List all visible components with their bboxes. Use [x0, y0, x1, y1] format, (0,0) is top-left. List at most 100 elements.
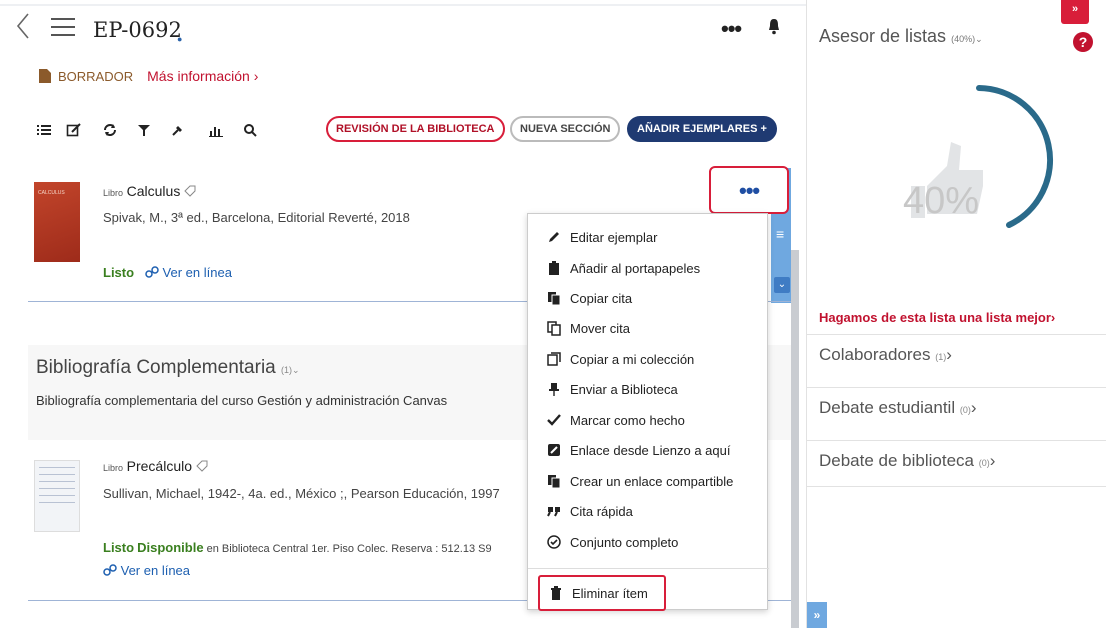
- section-description: Bibliografía complementaria del curso Ge…: [36, 393, 448, 408]
- delete-item-highlight: Eliminar ítem: [538, 575, 666, 611]
- ready-status: Listo: [103, 265, 135, 280]
- advisor-title-text: Asesor de listas: [819, 26, 947, 46]
- menu-item-mark-done[interactable]: Marcar como hecho: [546, 407, 685, 433]
- chevron-down-icon[interactable]: ⌄: [292, 365, 300, 375]
- draft-file-icon: [39, 69, 51, 83]
- improve-list-link[interactable]: Hagamos de esta lista una lista mejor›: [819, 310, 1055, 325]
- status-row: BORRADOR Más información ›: [38, 66, 258, 86]
- circle-check-icon: [547, 535, 561, 549]
- menu-item-full-set[interactable]: Conjunto completo: [546, 529, 678, 555]
- tag-icon[interactable]: [184, 185, 196, 197]
- more-info-link[interactable]: Más información ›: [147, 68, 258, 84]
- link-icon: [103, 564, 117, 576]
- menu-item-quick-quote[interactable]: Cita rápida: [546, 498, 633, 524]
- collection-icon: [547, 352, 561, 366]
- pin-icon[interactable]: [170, 122, 186, 138]
- cover-title: CALCULUS: [38, 190, 65, 196]
- menu-divider: [528, 568, 769, 569]
- more-info-label: Más información: [147, 68, 250, 84]
- item-citation: Spivak, M., 3ª ed., Barcelona, Editorial…: [103, 210, 410, 225]
- list-editor: EP-0692 ● ••• BORRADOR Más información ›…: [0, 0, 809, 628]
- row-divider: [807, 486, 1106, 487]
- help-icon[interactable]: ?: [1073, 32, 1093, 52]
- section-title[interactable]: Bibliografía Complementaria (1)⌄: [36, 357, 300, 379]
- book-cover-precalculo[interactable]: [34, 460, 80, 532]
- available-status: Disponible: [137, 540, 204, 555]
- header: EP-0692 ● •••: [0, 10, 806, 50]
- menu-item-label: Añadir al portapapeles: [570, 260, 701, 276]
- menu-item-move-citation[interactable]: Mover cita: [546, 315, 630, 341]
- canvas-link-icon: [548, 444, 560, 456]
- back-icon[interactable]: [16, 12, 30, 40]
- new-section-button[interactable]: NUEVA SECCIÓN: [510, 116, 621, 142]
- edit-indicator-icon[interactable]: ●: [177, 34, 182, 44]
- row-count: (0): [978, 458, 990, 468]
- menu-item-share-link[interactable]: Crear un enlace compartible: [546, 468, 733, 494]
- menu-icon[interactable]: [51, 18, 75, 38]
- sync-icon[interactable]: [102, 122, 118, 138]
- stats-icon[interactable]: [208, 122, 224, 138]
- library-review-button[interactable]: REVISIÓN DE LA BIBLIOTECA: [326, 116, 505, 142]
- trash-icon: [551, 586, 561, 600]
- plus-icon: +: [760, 123, 767, 135]
- item-more-button[interactable]: •••: [709, 166, 789, 214]
- view-online-link[interactable]: Ver en línea: [163, 265, 232, 280]
- menu-item-canvas-link[interactable]: Enlace desde Lienzo a aquí: [546, 437, 730, 463]
- scrollbar[interactable]: [791, 250, 799, 628]
- chevron-down-icon: ⌄: [975, 34, 983, 44]
- tag-icon[interactable]: [195, 460, 208, 472]
- menu-item-label: Conjunto completo: [570, 534, 679, 550]
- search-icon[interactable]: [242, 122, 258, 138]
- menu-item-label: Eliminar ítem: [572, 585, 648, 601]
- menu-item-send-library[interactable]: Enviar a Biblioteca: [546, 376, 678, 402]
- pushpin-icon: [549, 383, 559, 396]
- filter-icon[interactable]: [136, 122, 152, 138]
- menu-item-edit[interactable]: Editar ejemplar: [546, 224, 657, 250]
- library-debate-row[interactable]: Debate de biblioteca (0)›: [807, 440, 1106, 484]
- item-status-row: Listo Disponible en Biblioteca Central 1…: [103, 540, 492, 555]
- row-label: Colaboradores: [819, 345, 931, 364]
- item-context-menu: Editar ejemplar Añadir al portapapeles C…: [527, 213, 769, 611]
- book-cover-calculus[interactable]: CALCULUS: [34, 182, 80, 262]
- view-online-link[interactable]: Ver en línea: [121, 563, 190, 578]
- advisor-title[interactable]: Asesor de listas (40%)⌄: [819, 26, 983, 47]
- drag-handle-icon[interactable]: ≡: [776, 226, 784, 242]
- expand-panel-icon[interactable]: »: [807, 602, 827, 628]
- student-debate-row[interactable]: Debate estudiantil (0)›: [807, 387, 1106, 431]
- menu-item-label: Marcar como hecho: [570, 412, 685, 428]
- advisor-percent-small: (40%): [951, 34, 976, 44]
- menu-item-copy-collection[interactable]: Copiar a mi colección: [546, 346, 694, 372]
- checkmark-icon: [547, 414, 561, 426]
- ready-status: Listo: [103, 540, 135, 555]
- bell-icon[interactable]: [767, 18, 781, 36]
- row-label: Debate estudiantil: [819, 398, 956, 417]
- row-count: (1): [935, 352, 947, 362]
- chevron-right-icon: ›: [946, 345, 952, 364]
- chevron-right-icon: ›: [970, 398, 977, 417]
- item-title-row: Libro Calculus: [103, 183, 196, 199]
- collaborators-row[interactable]: Colaboradores (1)›: [807, 334, 1106, 378]
- move-icon: [547, 321, 561, 336]
- collapse-icon[interactable]: »: [1061, 0, 1089, 24]
- edit-icon[interactable]: [66, 122, 82, 138]
- link-icon: [145, 266, 159, 278]
- menu-item-copy-citation[interactable]: Copiar cita: [546, 285, 632, 311]
- add-items-button[interactable]: AÑADIR EJEMPLARES +: [627, 116, 777, 142]
- item-title[interactable]: Precálculo: [127, 458, 192, 474]
- item-title[interactable]: Calculus: [127, 183, 181, 199]
- list-icon[interactable]: [36, 122, 52, 138]
- chevron-down-icon[interactable]: ⌄: [774, 277, 790, 293]
- item-type: Libro: [103, 463, 124, 473]
- chevron-right-icon: ›: [1050, 310, 1056, 325]
- row-label: Debate de biblioteca: [819, 451, 975, 470]
- advisor-percent: 40%: [903, 180, 980, 222]
- menu-item-delete[interactable]: Eliminar ítem: [548, 580, 648, 606]
- clipboard-icon: [549, 261, 559, 275]
- menu-item-clipboard[interactable]: Añadir al portapapeles: [546, 255, 700, 281]
- add-items-label: AÑADIR EJEMPLARES: [637, 123, 758, 135]
- quote-icon: [547, 507, 560, 517]
- section-count: (1): [281, 365, 293, 375]
- top-divider: [0, 4, 806, 6]
- header-more-button[interactable]: •••: [721, 18, 742, 40]
- menu-item-label: Copiar cita: [570, 290, 633, 306]
